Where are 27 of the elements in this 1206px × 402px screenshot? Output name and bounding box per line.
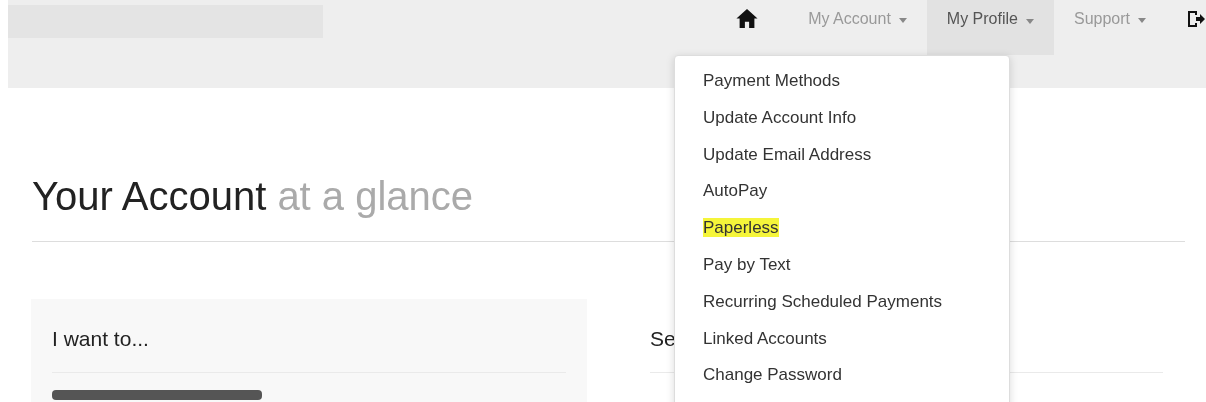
caret-icon xyxy=(898,17,907,23)
menu-item[interactable]: Update Email Address xyxy=(675,140,1009,178)
menu-item-label: Update Email Address xyxy=(703,144,872,164)
panel-title: Se xyxy=(650,326,676,352)
menu-item[interactable]: Pay by Text xyxy=(675,251,1009,288)
menu-item-label: Change Password xyxy=(703,365,842,385)
menu-item[interactable]: AutoPay xyxy=(675,177,1009,215)
menu-item[interactable]: Update Account Info xyxy=(675,103,1009,141)
menu-item-label: Update Account Info xyxy=(703,107,857,127)
menu-item-label: Linked Accounts xyxy=(703,328,827,348)
menu-item[interactable]: Linked Accounts xyxy=(675,324,1009,362)
panel-title: I want to... xyxy=(52,326,149,352)
menu-item[interactable]: Paperless xyxy=(675,214,1009,251)
page-heading: Your Account at a glance xyxy=(32,173,474,219)
menu-item-label: Paperless xyxy=(703,218,779,238)
nav-menu-item[interactable]: My Profile xyxy=(926,0,1054,55)
menu-item[interactable]: Recurring Scheduled Payments xyxy=(675,287,1009,325)
menu-item[interactable]: Payment Methods xyxy=(675,67,1009,104)
menu-item-label: AutoPay xyxy=(703,181,768,201)
menu-item-label: Payment Methods xyxy=(703,71,840,90)
menu-item-label: Recurring Scheduled Payments xyxy=(703,291,943,311)
menu-item[interactable]: Change Password xyxy=(675,361,1009,399)
logout-icon[interactable] xyxy=(1186,10,1206,28)
caret-icon xyxy=(1138,17,1146,23)
home-icon[interactable] xyxy=(736,9,759,28)
menu-item-label: Pay by Text xyxy=(703,255,791,274)
caret-icon xyxy=(1025,19,1034,24)
